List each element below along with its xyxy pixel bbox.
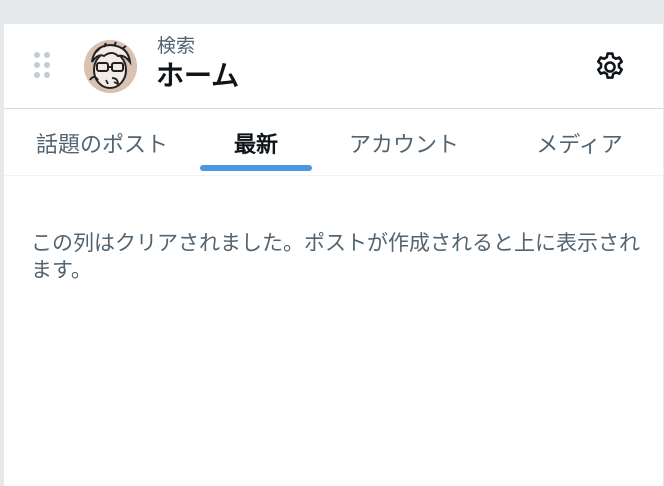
tab-trending-posts[interactable]: 話題のポスト [4,110,200,176]
drag-handle-icon[interactable] [34,52,54,80]
empty-state-message: この列はクリアされました。ポストが作成されると上に表示されます。 [31,231,640,282]
tab-bar: 話題のポスト 最新 アカウント メディア [4,110,663,176]
tab-label: 話題のポスト [35,133,168,158]
tab-accounts[interactable]: アカウント [312,110,496,176]
tab-media[interactable]: メディア [496,110,663,176]
tab-label: メディア [536,133,623,158]
avatar[interactable] [84,40,137,93]
tab-label: 最新 [233,133,278,158]
column-subtitle: 検索 [157,35,196,57]
column-title: ホーム [156,59,240,92]
active-tab-indicator [200,165,312,171]
column-header: 検索 ホーム [4,24,663,109]
deck-column: 検索 ホーム 話題のポスト 最新 アカウント メディア この列はクリアされました… [4,24,663,486]
gear-icon[interactable] [593,50,627,84]
tab-label: アカウント [348,133,459,158]
